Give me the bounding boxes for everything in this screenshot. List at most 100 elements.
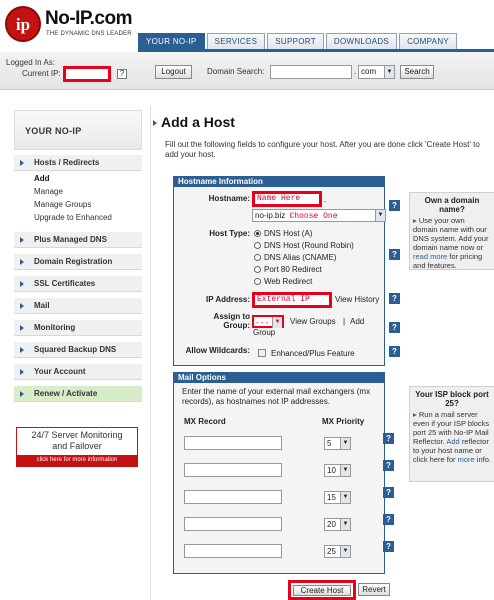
promo-line-2: and Failover: [52, 441, 102, 451]
create-host-button[interactable]: Create Host: [293, 585, 351, 596]
page-title: Add a Host: [161, 114, 235, 130]
priority-value: 15: [327, 493, 336, 502]
host-type-help-icon[interactable]: ?: [389, 249, 400, 260]
current-ip-value-highlight: [63, 66, 111, 82]
chevron-down-icon: ▼: [340, 492, 350, 503]
add-group-link[interactable]: Add: [350, 317, 364, 326]
sidebar-item-label: Domain Registration: [34, 257, 113, 266]
sidebar-item-label: Your Account: [34, 367, 86, 376]
mail-intro: Enter the name of your external mail exc…: [182, 387, 371, 406]
radio-dns-alias-cname[interactable]: [254, 254, 261, 261]
ip-address-input[interactable]: External IP: [252, 292, 332, 308]
tab-downloads[interactable]: DOWNLOADS: [325, 33, 398, 49]
mx-record-input-1[interactable]: [184, 436, 282, 450]
wildcards-checkbox[interactable]: [258, 349, 266, 357]
assign-group-label: Assign to Group:: [178, 312, 250, 330]
mx-help-icon-2[interactable]: ?: [383, 460, 394, 471]
revert-button[interactable]: Revert: [358, 583, 390, 596]
add-reflector-link[interactable]: Add: [446, 437, 459, 446]
more-info-link[interactable]: more: [458, 455, 475, 464]
arrow-icon: [20, 160, 24, 166]
main-nav: YOUR NO-IP SERVICES SUPPORT DOWNLOADS CO…: [138, 33, 458, 49]
hostname-help-icon[interactable]: ?: [389, 200, 400, 211]
mx-priority-select-2[interactable]: 10 ▼: [324, 464, 351, 477]
sidebar-item-label: Plus Managed DNS: [34, 235, 107, 244]
radio-dns-host-round-robin[interactable]: [254, 242, 261, 249]
help-icon[interactable]: ?: [117, 69, 127, 79]
monitoring-promo-banner[interactable]: 24/7 Server Monitoring and Failover clic…: [16, 427, 138, 467]
assign-label-line-1: Assign to: [213, 312, 250, 321]
mx-priority-select-5[interactable]: 25 ▼: [324, 545, 351, 558]
sidebar-item-monitoring[interactable]: Monitoring: [14, 320, 142, 336]
radio-dns-host-a[interactable]: [254, 230, 261, 237]
ip-address-help-icon[interactable]: ?: [389, 293, 400, 304]
sidebar-item-plus-managed-dns[interactable]: Plus Managed DNS: [14, 232, 142, 248]
mx-help-icon-5[interactable]: ?: [383, 541, 394, 552]
group-help-icon[interactable]: ?: [389, 322, 400, 333]
priority-value: 5: [327, 439, 332, 448]
group-select[interactable]: - - - ▼: [252, 315, 284, 328]
domain-select[interactable]: no-ip.biz Choose One ▼: [252, 209, 386, 222]
tab-services[interactable]: SERVICES: [206, 33, 266, 49]
mx-priority-select-1[interactable]: 5 ▼: [324, 437, 351, 450]
sidebar-item-mail[interactable]: Mail: [14, 298, 142, 314]
panel-header: Hostname Information: [174, 177, 384, 187]
mx-priority-select-4[interactable]: 20 ▼: [324, 518, 351, 531]
mx-record-input-2[interactable]: [184, 463, 282, 477]
mx-priority-label: MX Priority: [322, 417, 365, 426]
sidebar-item-squared-backup-dns[interactable]: Squared Backup DNS: [14, 342, 142, 358]
sidebar-item-your-account[interactable]: Your Account: [14, 364, 142, 380]
radio-web-redirect[interactable]: [254, 278, 261, 285]
arrow-icon: [20, 347, 24, 353]
logout-button[interactable]: Logout: [155, 65, 192, 79]
radio-port-80-redirect[interactable]: [254, 266, 261, 273]
host-type-option: Web Redirect: [264, 277, 313, 286]
host-type-label: Host Type:: [209, 229, 250, 238]
add-group-link-2[interactable]: Group: [253, 328, 275, 337]
chevron-down-icon: ▼: [272, 317, 282, 328]
mx-record-input-4[interactable]: [184, 517, 282, 531]
arrow-icon: [153, 120, 157, 126]
mx-help-icon-4[interactable]: ?: [383, 514, 394, 525]
hostname-information-panel: Hostname Information Hostname: Name Here…: [173, 176, 400, 366]
sidebar-sub-manage[interactable]: Manage: [34, 187, 63, 196]
sidebar-item-ssl-certificates[interactable]: SSL Certificates: [14, 276, 142, 292]
current-ip-label: Current IP:: [22, 69, 61, 78]
mail-options-panel: Mail Options Enter the name of your exte…: [173, 372, 394, 574]
domain-search-input[interactable]: [270, 65, 352, 79]
sidebar-item-hosts-redirects[interactable]: Hosts / Redirects: [14, 155, 142, 171]
tld-select[interactable]: com ▼: [358, 65, 395, 79]
sidebar-item-domain-registration[interactable]: Domain Registration: [14, 254, 142, 270]
tab-company[interactable]: COMPANY: [399, 33, 458, 49]
create-host-highlight: Create Host: [288, 580, 356, 600]
sidebar-sub-upgrade[interactable]: Upgrade to Enhanced: [34, 213, 112, 222]
tab-support[interactable]: SUPPORT: [267, 33, 324, 49]
tab-your-no-ip[interactable]: YOUR NO-IP: [138, 33, 205, 49]
domain-search-label: Domain Search:: [207, 67, 265, 76]
mx-record-input-3[interactable]: [184, 490, 282, 504]
arrow-icon: [20, 325, 24, 331]
main-content: Add a Host Fill out the following fields…: [150, 106, 494, 600]
host-type-option: DNS Host (A): [264, 229, 313, 238]
tld-value: com: [361, 67, 377, 76]
read-more-link[interactable]: read more: [413, 252, 447, 261]
chevron-down-icon: ▼: [375, 210, 385, 221]
domain-search-button[interactable]: Search: [400, 65, 434, 79]
mx-record-input-5[interactable]: [184, 544, 282, 558]
arrow-icon: [20, 259, 24, 265]
mx-priority-select-3[interactable]: 15 ▼: [324, 491, 351, 504]
no-ip-logo[interactable]: ip No-IP.com THE DYNAMIC DNS LEADER: [5, 6, 135, 44]
sidebar-item-renew-activate[interactable]: Renew / Activate: [14, 386, 142, 402]
sidebar-sub-manage-groups[interactable]: Manage Groups: [34, 200, 91, 209]
view-history-link[interactable]: View History: [335, 295, 379, 304]
promo-cta[interactable]: click here for more information: [17, 455, 137, 466]
hostname-input[interactable]: Name Here: [252, 191, 322, 207]
sidebar-sub-add[interactable]: Add: [34, 174, 50, 183]
intro-text: Fill out the following fields to configu…: [165, 140, 480, 159]
sidebar-item-label: Mail: [34, 301, 50, 310]
view-groups-link[interactable]: View Groups: [290, 317, 336, 326]
mx-help-icon-1[interactable]: ?: [383, 433, 394, 444]
wildcards-help-icon[interactable]: ?: [389, 346, 400, 357]
mx-help-icon-3[interactable]: ?: [383, 487, 394, 498]
aside-tail: info.: [476, 455, 491, 464]
